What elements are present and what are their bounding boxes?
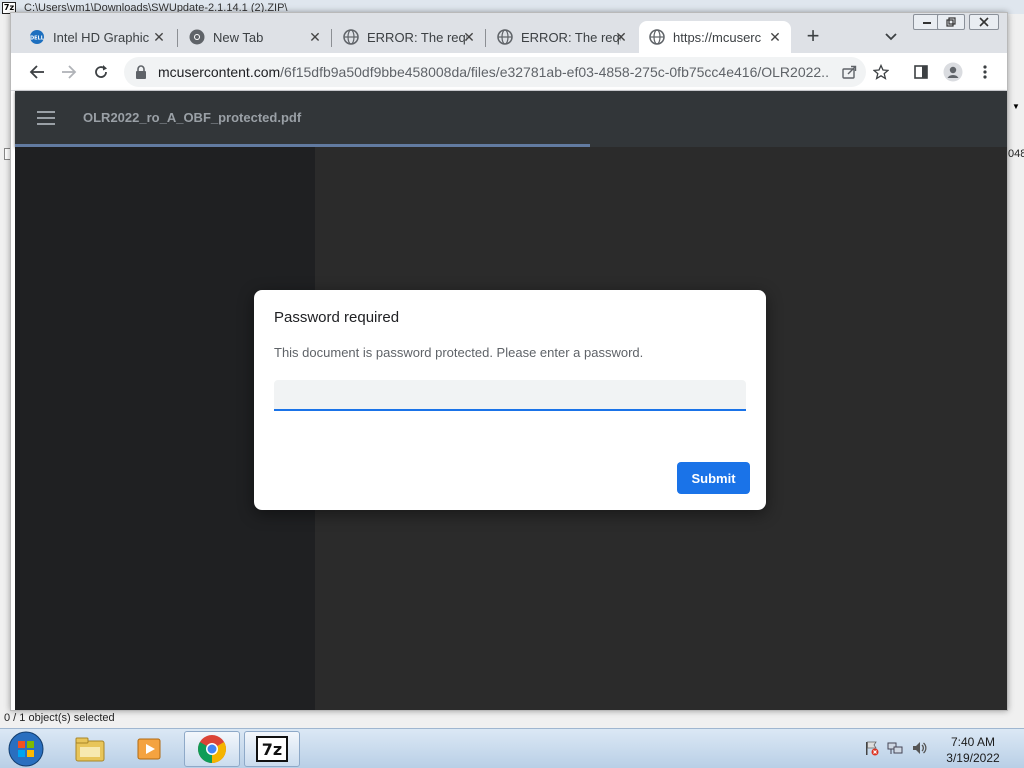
dialog-title: Password required xyxy=(274,309,400,326)
password-input[interactable] xyxy=(274,380,746,411)
browser-toolbar: mcusercontent.com/6f15dfb9a50df9bbe45800… xyxy=(11,53,1007,91)
tab-search-chevron-icon[interactable] xyxy=(881,27,901,47)
globe-icon xyxy=(343,29,359,45)
reload-icon[interactable] xyxy=(89,60,113,84)
clock-time: 7:40 AM xyxy=(950,735,996,749)
tab-close-icon[interactable]: ✕ xyxy=(767,29,783,45)
tab-mcusercontent[interactable]: https://mcuserc ✕ xyxy=(639,21,791,53)
side-panel-icon[interactable] xyxy=(909,60,933,84)
password-dialog: Password required This document is passw… xyxy=(254,290,766,510)
tab-title: New Tab xyxy=(213,29,264,45)
hamburger-menu-icon[interactable] xyxy=(37,110,55,126)
url-path: /6f15dfb9a50df9bbe458008da/files/e32781a… xyxy=(280,64,828,80)
address-bar[interactable]: mcusercontent.com/6f15dfb9a50df9bbe45800… xyxy=(124,57,866,87)
forward-arrow-icon[interactable] xyxy=(57,60,81,84)
tab-strip: DELL Intel HD Graphic ✕ New Tab ✕ ERROR:… xyxy=(11,13,1007,53)
windows-start-icon xyxy=(8,731,44,767)
back-arrow-icon[interactable] xyxy=(25,60,49,84)
background-dropdown-arrow-icon[interactable]: ▼ xyxy=(1010,100,1022,114)
submit-button[interactable]: Submit xyxy=(677,462,750,494)
background-statusbar: 0 / 1 object(s) selected xyxy=(0,710,1024,728)
tab-intel-hd-graphics[interactable]: DELL Intel HD Graphic ✕ xyxy=(19,21,175,53)
system-tray xyxy=(862,739,928,757)
background-column-text: 048 xyxy=(1008,148,1024,160)
profile-avatar-icon[interactable] xyxy=(941,60,965,84)
svg-text:DELL: DELL xyxy=(30,36,45,42)
tab-separator xyxy=(177,29,178,47)
dialog-message: This document is password protected. Ple… xyxy=(274,345,644,360)
volume-icon[interactable] xyxy=(910,739,928,757)
tab-title: ERROR: The requ xyxy=(367,29,467,45)
media-player-icon xyxy=(137,738,161,760)
svg-text:7z: 7z xyxy=(262,740,282,759)
tab-close-icon[interactable]: ✕ xyxy=(307,29,323,45)
tab-error-1[interactable]: ERROR: The requ ✕ xyxy=(333,21,485,53)
tab-close-icon[interactable]: ✕ xyxy=(151,29,167,45)
url-text[interactable]: mcusercontent.com/6f15dfb9a50df9bbe45800… xyxy=(158,64,828,80)
chrome-icon xyxy=(189,29,205,45)
more-menu-icon[interactable] xyxy=(973,60,997,84)
pdf-toolbar: OLR2022_ro_A_OBF_protected.pdf xyxy=(15,91,1007,147)
close-window-icon[interactable] xyxy=(969,14,999,30)
system-clock[interactable]: 7:40 AM 3/19/2022 xyxy=(936,734,1010,766)
lock-icon[interactable] xyxy=(134,65,148,79)
tab-close-icon[interactable]: ✕ xyxy=(613,29,629,45)
tab-title: https://mcuserc xyxy=(673,29,762,45)
tab-close-icon[interactable]: ✕ xyxy=(461,29,477,45)
dell-icon: DELL xyxy=(29,29,45,45)
restore-icon[interactable] xyxy=(937,14,965,30)
chrome-taskbar-button[interactable] xyxy=(184,731,240,767)
start-button[interactable] xyxy=(4,730,48,768)
clock-date: 3/19/2022 xyxy=(946,751,1000,765)
tab-separator xyxy=(485,29,486,47)
url-host: mcusercontent.com xyxy=(158,64,281,80)
bookmark-star-icon[interactable] xyxy=(869,60,893,84)
share-icon[interactable] xyxy=(837,60,861,84)
file-explorer-taskbar-button[interactable] xyxy=(62,731,118,767)
network-icon[interactable] xyxy=(886,739,904,757)
tab-error-2[interactable]: ERROR: The requ ✕ xyxy=(487,21,637,53)
background-right-strip xyxy=(1008,90,1024,710)
globe-icon xyxy=(649,29,665,45)
new-tab-plus-icon[interactable]: + xyxy=(801,25,825,49)
tab-separator xyxy=(331,29,332,47)
background-status-text: 0 / 1 object(s) selected xyxy=(4,712,115,724)
tab-title: ERROR: The requ xyxy=(521,29,621,45)
7zip-taskbar-button[interactable]: 7z xyxy=(244,731,300,767)
tab-new-tab[interactable]: New Tab ✕ xyxy=(179,21,331,53)
taskbar: 7z 7:40 AM 3/19/2022 xyxy=(0,728,1024,768)
media-player-taskbar-button[interactable] xyxy=(122,731,178,767)
globe-icon xyxy=(497,29,513,45)
chrome-icon xyxy=(198,735,226,763)
7zip-icon: 7z xyxy=(256,736,288,762)
pdf-file-name: OLR2022_ro_A_OBF_protected.pdf xyxy=(83,110,302,125)
action-center-flag-icon[interactable] xyxy=(862,739,880,757)
file-explorer-icon xyxy=(75,737,105,762)
tab-title: Intel HD Graphic xyxy=(53,29,150,45)
